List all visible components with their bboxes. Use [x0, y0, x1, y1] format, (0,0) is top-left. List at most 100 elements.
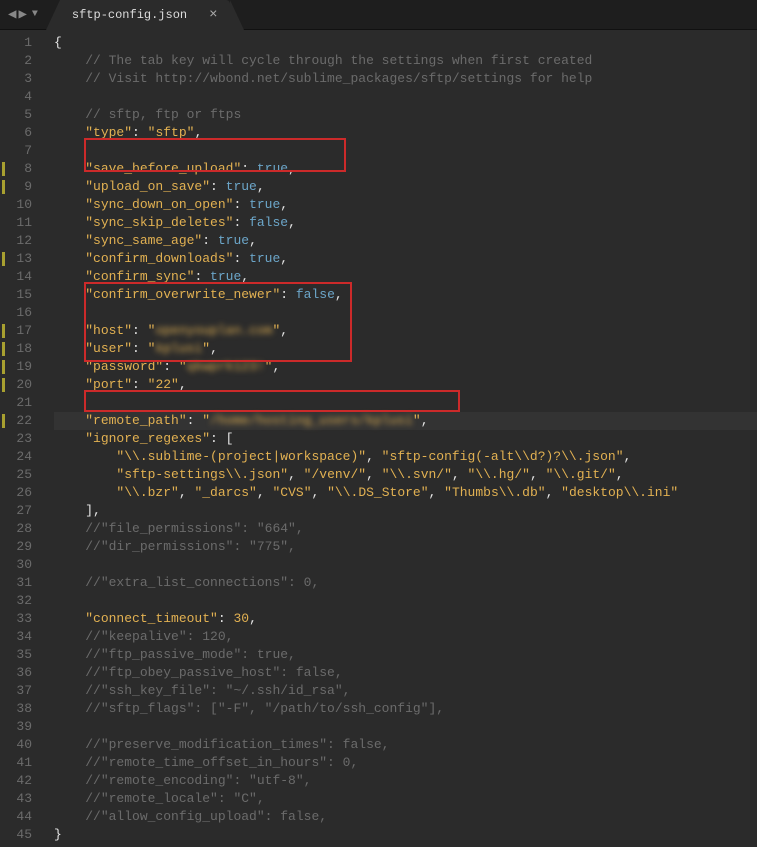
code-line[interactable] [54, 88, 757, 106]
nav-arrows: ◀ ▶ ▼ [0, 6, 46, 23]
code-line[interactable]: //"file_permissions": "664", [54, 520, 757, 538]
line-number: 26 [4, 484, 32, 502]
code-line[interactable]: //"ftp_obey_passive_host": false, [54, 664, 757, 682]
code-line[interactable]: "save_before_upload": true, [54, 160, 757, 178]
code-line[interactable]: "host": "openyouplan.com", [54, 322, 757, 340]
line-number: 41 [4, 754, 32, 772]
nav-forward-icon[interactable]: ▶ [18, 6, 26, 23]
line-number: 22 [4, 412, 32, 430]
code-line[interactable]: //"remote_encoding": "utf-8", [54, 772, 757, 790]
line-number: 15 [4, 286, 32, 304]
code-line[interactable]: "ignore_regexes": [ [54, 430, 757, 448]
line-number: 10 [4, 196, 32, 214]
code-line[interactable]: //"preserve_modification_times": false, [54, 736, 757, 754]
line-number: 45 [4, 826, 32, 844]
code-line[interactable]: "confirm_sync": true, [54, 268, 757, 286]
code-line[interactable]: "sync_down_on_open": true, [54, 196, 757, 214]
line-number: 3 [4, 70, 32, 88]
code-line[interactable]: //"remote_time_offset_in_hours": 0, [54, 754, 757, 772]
code-line[interactable]: //"extra_list_connections": 0, [54, 574, 757, 592]
code-line[interactable]: "confirm_overwrite_newer": false, [54, 286, 757, 304]
line-number: 5 [4, 106, 32, 124]
line-number: 9 [4, 178, 32, 196]
line-number: 37 [4, 682, 32, 700]
line-number: 28 [4, 520, 32, 538]
code-line[interactable] [54, 718, 757, 736]
line-number-gutter: 1234567891011121314151617181920212223242… [0, 30, 42, 847]
code-line[interactable]: //"dir_permissions": "775", [54, 538, 757, 556]
code-line[interactable]: } [54, 826, 757, 844]
line-number: 36 [4, 664, 32, 682]
code-area[interactable]: { // The tab key will cycle through the … [42, 30, 757, 847]
line-number: 34 [4, 628, 32, 646]
line-number: 32 [4, 592, 32, 610]
code-line[interactable]: // Visit http://wbond.net/sublime_packag… [54, 70, 757, 88]
code-line[interactable]: //"keepalive": 120, [54, 628, 757, 646]
code-line[interactable] [54, 304, 757, 322]
code-line[interactable] [54, 556, 757, 574]
code-line[interactable]: // sftp, ftp or ftps [54, 106, 757, 124]
code-line[interactable]: "user": "kplusi", [54, 340, 757, 358]
tab-bar: ◀ ▶ ▼ sftp-config.json × [0, 0, 757, 30]
line-number: 42 [4, 772, 32, 790]
code-line[interactable] [54, 394, 757, 412]
code-line[interactable]: "type": "sftp", [54, 124, 757, 142]
line-number: 6 [4, 124, 32, 142]
code-line[interactable]: //"sftp_flags": ["-F", "/path/to/ssh_con… [54, 700, 757, 718]
line-number: 18 [4, 340, 32, 358]
line-number: 33 [4, 610, 32, 628]
nav-dropdown-icon[interactable]: ▼ [29, 9, 38, 20]
line-number: 40 [4, 736, 32, 754]
code-line[interactable]: "\\.sublime-(project|workspace)", "sftp-… [54, 448, 757, 466]
line-number: 30 [4, 556, 32, 574]
code-line[interactable]: //"ftp_passive_mode": true, [54, 646, 757, 664]
code-line[interactable]: //"ssh_key_file": "~/.ssh/id_rsa", [54, 682, 757, 700]
tab-filename: sftp-config.json [72, 8, 187, 22]
line-number: 11 [4, 214, 32, 232]
line-number: 14 [4, 268, 32, 286]
code-line[interactable]: // The tab key will cycle through the se… [54, 52, 757, 70]
line-number: 8 [4, 160, 32, 178]
line-number: 35 [4, 646, 32, 664]
line-number: 13 [4, 250, 32, 268]
line-number: 43 [4, 790, 32, 808]
line-number: 16 [4, 304, 32, 322]
code-line[interactable]: //"allow_config_upload": false, [54, 808, 757, 826]
line-number: 39 [4, 718, 32, 736]
code-editor[interactable]: 1234567891011121314151617181920212223242… [0, 30, 757, 847]
code-line[interactable]: "connect_timeout": 30, [54, 610, 757, 628]
line-number: 12 [4, 232, 32, 250]
code-line[interactable] [54, 142, 757, 160]
line-number: 19 [4, 358, 32, 376]
line-number: 23 [4, 430, 32, 448]
code-line[interactable]: "\\.bzr", "_darcs", "CVS", "\\.DS_Store"… [54, 484, 757, 502]
line-number: 1 [4, 34, 32, 52]
nav-back-icon[interactable]: ◀ [8, 6, 16, 23]
line-number: 27 [4, 502, 32, 520]
code-line[interactable]: "port": "22", [54, 376, 757, 394]
line-number: 4 [4, 88, 32, 106]
code-line[interactable]: "sync_skip_deletes": false, [54, 214, 757, 232]
line-number: 21 [4, 394, 32, 412]
code-line[interactable]: ], [54, 502, 757, 520]
tab-close-icon[interactable]: × [209, 7, 217, 23]
code-line[interactable] [54, 592, 757, 610]
line-number: 20 [4, 376, 32, 394]
line-number: 38 [4, 700, 32, 718]
line-number: 24 [4, 448, 32, 466]
code-line[interactable]: "password": "qkwprk123!", [54, 358, 757, 376]
code-line[interactable]: "upload_on_save": true, [54, 178, 757, 196]
code-line[interactable]: "sftp-settings\\.json", "/venv/", "\\.sv… [54, 466, 757, 484]
line-number: 25 [4, 466, 32, 484]
code-line[interactable]: "confirm_downloads": true, [54, 250, 757, 268]
line-number: 7 [4, 142, 32, 160]
line-number: 44 [4, 808, 32, 826]
code-line[interactable]: //"remote_locale": "C", [54, 790, 757, 808]
code-line[interactable]: "sync_same_age": true, [54, 232, 757, 250]
line-number: 2 [4, 52, 32, 70]
code-line[interactable]: { [54, 34, 757, 52]
line-number: 17 [4, 322, 32, 340]
code-line[interactable]: "remote_path": "/home/hosting_users/kplu… [54, 412, 757, 430]
tab-active[interactable]: sftp-config.json × [60, 0, 230, 30]
line-number: 29 [4, 538, 32, 556]
